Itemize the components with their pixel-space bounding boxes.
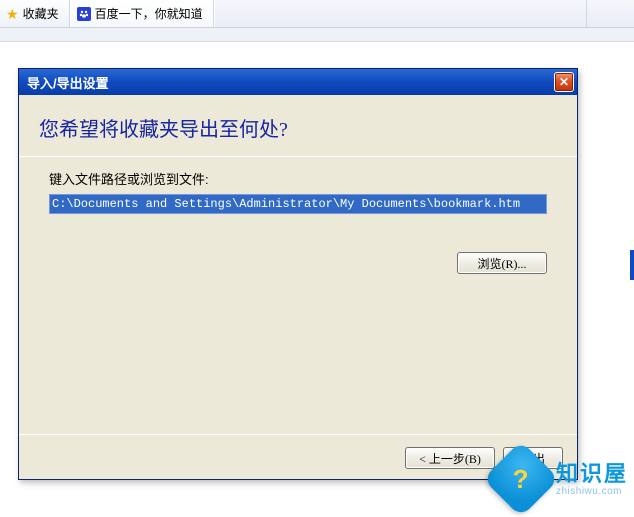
browse-button[interactable]: 浏览(R)... xyxy=(457,252,547,274)
dialog-question: 您希望将收藏夹导出至何处? xyxy=(19,95,577,156)
bottom-divider xyxy=(19,434,577,435)
path-panel: 键入文件路径或浏览到文件: 浏览(R)... xyxy=(33,169,563,274)
dialog-body: 您希望将收藏夹导出至何处? 键入文件路径或浏览到文件: 浏览(R)... < 上… xyxy=(19,95,577,479)
watermark-name-zh: 知识屋 xyxy=(556,461,628,486)
star-icon: ★ xyxy=(6,7,19,21)
tab-baidu[interactable]: 百度一下，你就知道 xyxy=(70,0,214,27)
toolbar-end xyxy=(586,0,634,27)
path-input[interactable] xyxy=(50,195,546,213)
watermark-badge: ? xyxy=(483,441,559,517)
path-field-label: 键入文件路径或浏览到文件: xyxy=(49,169,563,188)
tab-strip-empty xyxy=(214,0,586,27)
favorites-button[interactable]: ★ 收藏夹 xyxy=(0,0,70,27)
tab-label: 百度一下，你就知道 xyxy=(95,5,203,22)
watermark-name-en: zhishiwu.com xyxy=(556,486,628,498)
dialog-titlebar[interactable]: 导入/导出设置 ✕ xyxy=(19,69,577,95)
close-icon: ✕ xyxy=(559,75,569,89)
favorites-label: 收藏夹 xyxy=(23,5,59,22)
dialog-title: 导入/导出设置 xyxy=(27,73,109,92)
close-button[interactable]: ✕ xyxy=(554,72,574,92)
decorative-edge xyxy=(630,250,634,280)
watermark-text: 知识屋 zhishiwu.com xyxy=(556,461,628,498)
divider xyxy=(19,156,577,157)
browser-body-strip xyxy=(0,28,634,42)
watermark: ? 知识屋 zhishiwu.com xyxy=(494,452,628,506)
browser-toolbar: ★ 收藏夹 百度一下，你就知道 xyxy=(0,0,634,28)
baidu-icon xyxy=(77,7,91,21)
question-mark-icon: ? xyxy=(513,463,529,494)
import-export-dialog: 导入/导出设置 ✕ 您希望将收藏夹导出至何处? 键入文件路径或浏览到文件: 浏览… xyxy=(18,68,578,480)
back-button[interactable]: < 上一步(B) xyxy=(405,447,495,469)
path-input-wrapper xyxy=(49,194,547,214)
